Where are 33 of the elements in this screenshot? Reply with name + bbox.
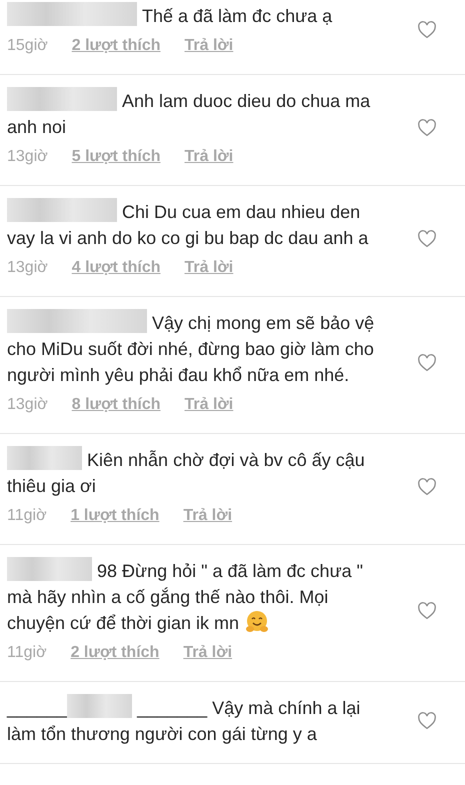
comment-text: Chi Du cua em dau nhieu den vay la vi anh do ko co gi bu bap dc dau anh a [7,198,387,251]
likes-link[interactable]: 4 lượt thích [72,256,160,280]
heart-icon[interactable] [417,602,437,620]
heart-icon[interactable] [417,21,437,39]
blurred-username [67,694,132,718]
comment-time: 11giờ [7,506,47,526]
likes-link[interactable]: 8 lượt thích [72,393,160,417]
heart-icon[interactable] [417,119,437,137]
comment-time: 13giờ [7,395,48,415]
reply-link[interactable]: Trả lời [184,34,234,58]
reply-link[interactable]: Trả lời [184,145,234,169]
comment-time: 13giờ [7,258,48,278]
comment-text: Anh lam duoc dieu do chua ma anh noi [7,87,387,140]
comment-time: 15giờ [7,36,48,56]
heart-icon[interactable] [417,712,437,730]
reply-link[interactable]: Trả lời [184,393,234,417]
comment-text: Kiên nhẫn chờ đợi và bv cô ấy cậu thiêu gia ơi [7,446,387,499]
comment-text: Vậy chị mong em sẽ bảo vệ cho MiDu suốt đời nhé, đừng bao giờ làm cho người mình yêu phải đau khổ nữa em nhé. [7,309,387,388]
comment-time: 13giờ [7,147,48,167]
heart-icon[interactable] [417,230,437,248]
reply-link[interactable]: Trả lời [183,504,232,528]
comment-time: 11giờ [7,643,47,663]
heart-icon[interactable] [417,478,437,496]
likes-link[interactable]: 2 lượt thích [70,641,160,665]
likes-link[interactable]: 5 lượt thích [72,145,160,169]
likes-link[interactable]: 2 lượt thích [72,34,160,58]
reply-link[interactable]: Trả lời [183,641,232,665]
reply-link[interactable]: Trả lời [184,256,234,280]
comment-text: Thế a đã làm đc chưa ạ [7,2,387,29]
heart-icon[interactable] [417,354,437,372]
likes-link[interactable]: 1 lượt thích [70,504,160,528]
comment-text: 98 Đừng hỏi " a đã làm đc chưa " mà hãy nhìn a cố gắng thế nào thôi. Mọi chuyện cứ để thời gian ik mn [7,557,387,636]
comment-text: ______ _______ Vậy mà chính a lại làm tổn thương người con gái từng y a [7,694,387,747]
